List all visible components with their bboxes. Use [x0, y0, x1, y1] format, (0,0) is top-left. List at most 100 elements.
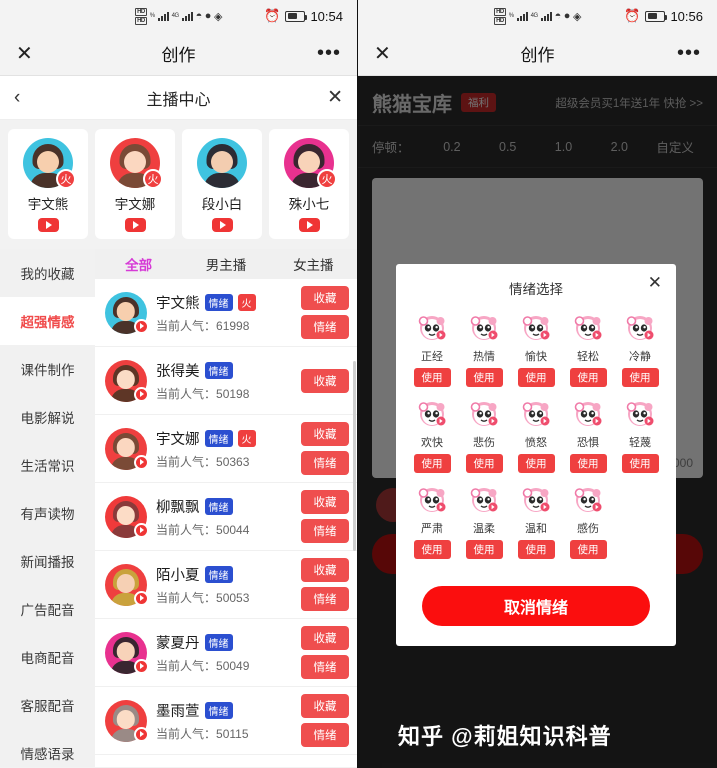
sidebar-item-7[interactable]: 广告配音 — [0, 585, 95, 633]
play-icon[interactable] — [134, 522, 149, 538]
avatar[interactable] — [197, 138, 247, 188]
emotion-grid[interactable]: 正经 使用 热情 使用 愉快 使用 轻松 使用 冷静 使用欢快 使用 悲伤 使用 愤怒 使用 恐惧 使用 轻蔑 使用… — [406, 312, 666, 570]
use-button[interactable]: 使用 — [569, 368, 607, 387]
sidebar-item-6[interactable]: 新闻播报 — [0, 537, 95, 585]
emotion-button[interactable]: 情绪 — [301, 655, 349, 679]
use-button[interactable]: 使用 — [621, 454, 659, 473]
use-button[interactable]: 使用 — [517, 540, 555, 559]
more-icon[interactable]: ••• — [317, 42, 341, 65]
back-icon[interactable]: ‹ — [14, 87, 36, 109]
emotion-button[interactable]: 情绪 — [301, 315, 349, 339]
use-button[interactable]: 使用 — [517, 454, 555, 473]
avatar[interactable]: 火 — [110, 138, 163, 189]
play-icon[interactable] — [134, 726, 149, 742]
tab-1[interactable]: 男主播 — [182, 254, 269, 274]
emotion-button[interactable]: 情绪 — [301, 519, 349, 543]
avatar[interactable] — [105, 359, 149, 402]
avatar[interactable] — [105, 427, 149, 470]
list-filter-tabs[interactable]: 全部 男主播 女主播 — [95, 249, 357, 279]
play-icon[interactable] — [134, 386, 149, 402]
emotion-item[interactable]: 正经 使用 — [406, 312, 458, 387]
play-icon[interactable] — [134, 590, 149, 606]
more-icon[interactable]: ••• — [677, 42, 701, 65]
emotion-item[interactable]: 温和 使用 — [510, 484, 562, 559]
favorite-button[interactable]: 收藏 — [301, 558, 349, 582]
table-row[interactable]: 墨雨萱 情绪 当前人气：50115 收藏 情绪 — [95, 687, 357, 755]
play-icon[interactable] — [134, 318, 149, 334]
table-row[interactable]: 宇文熊 情绪火当前人气：61998 收藏 情绪 — [95, 279, 357, 347]
use-button[interactable]: 使用 — [621, 368, 659, 387]
anchor-card[interactable]: 段小白 — [182, 129, 262, 239]
use-button[interactable]: 使用 — [465, 454, 503, 473]
anchor-card[interactable]: 火殊小七 — [269, 129, 349, 239]
play-icon[interactable] — [298, 218, 320, 232]
avatar[interactable] — [105, 291, 149, 334]
sidebar-item-4[interactable]: 生活常识 — [0, 441, 95, 489]
avatar[interactable] — [105, 563, 149, 606]
emotion-item[interactable]: 温柔 使用 — [458, 484, 510, 559]
sidebar-item-2[interactable]: 课件制作 — [0, 345, 95, 393]
close-icon[interactable]: ✕ — [321, 86, 343, 109]
table-row[interactable]: 柳飘飘 情绪 当前人气：50044 收藏 情绪 — [95, 483, 357, 551]
close-icon[interactable]: ✕ — [16, 44, 40, 64]
use-button[interactable]: 使用 — [413, 540, 451, 559]
sidebar-item-1[interactable]: 超强情感 — [0, 297, 95, 345]
sidebar-item-0[interactable]: 我的收藏 — [0, 249, 95, 297]
emotion-item[interactable]: 轻松 使用 — [562, 312, 614, 387]
sidebar-item-10[interactable]: 情感语录 — [0, 729, 95, 767]
emotion-button[interactable]: 情绪 — [301, 451, 349, 475]
favorite-button[interactable]: 收藏 — [301, 286, 349, 310]
avatar[interactable]: 火 — [284, 138, 337, 189]
sidebar-item-9[interactable]: 客服配音 — [0, 681, 95, 729]
category-sidebar[interactable]: 我的收藏 超强情感 课件制作 电影解说 生活常识 有声读物 新闻播报 广告配音 电商配音 客服配音… — [0, 249, 95, 767]
avatar[interactable]: 火 — [23, 138, 76, 189]
favorite-button[interactable]: 收藏 — [301, 368, 349, 393]
emotion-item[interactable]: 愉快 使用 — [510, 312, 562, 387]
use-button[interactable]: 使用 — [465, 540, 503, 559]
favorite-button[interactable]: 收藏 — [301, 422, 349, 446]
emotion-item[interactable]: 严肃 使用 — [406, 484, 458, 559]
use-button[interactable]: 使用 — [413, 454, 451, 473]
table-row[interactable]: 蒙夏丹 情绪 当前人气：50049 收藏 情绪 — [95, 619, 357, 687]
emotion-item[interactable]: 轻蔑 使用 — [614, 398, 666, 473]
anchor-card[interactable]: 火宇文熊 — [8, 129, 88, 239]
emotion-item[interactable]: 悲伤 使用 — [458, 398, 510, 473]
cancel-emotion-button[interactable]: 取消情绪 — [422, 586, 650, 626]
close-icon[interactable]: ✕ — [374, 44, 398, 64]
avatar[interactable] — [105, 495, 149, 538]
emotion-button[interactable]: 情绪 — [301, 587, 349, 611]
favorite-button[interactable]: 收藏 — [301, 694, 349, 718]
play-icon[interactable] — [37, 218, 59, 232]
use-button[interactable]: 使用 — [517, 368, 555, 387]
emotion-item[interactable]: 热情 使用 — [458, 312, 510, 387]
emotion-item[interactable]: 欢快 使用 — [406, 398, 458, 473]
close-icon[interactable]: ✕ — [648, 274, 662, 291]
sidebar-item-8[interactable]: 电商配音 — [0, 633, 95, 681]
use-button[interactable]: 使用 — [413, 368, 451, 387]
emotion-item[interactable]: 恐惧 使用 — [562, 398, 614, 473]
emotion-button[interactable]: 情绪 — [301, 723, 349, 747]
use-button[interactable]: 使用 — [465, 368, 503, 387]
scrollbar[interactable] — [353, 361, 356, 551]
play-icon[interactable] — [134, 454, 149, 470]
table-row[interactable]: 陌小夏 情绪 当前人气：50053 收藏 情绪 — [95, 551, 357, 619]
tab-0[interactable]: 全部 — [95, 254, 182, 274]
emotion-item[interactable]: 感伤 使用 — [562, 484, 614, 559]
avatar[interactable] — [105, 699, 149, 742]
sidebar-item-5[interactable]: 有声读物 — [0, 489, 95, 537]
sidebar-item-3[interactable]: 电影解说 — [0, 393, 95, 441]
favorite-button[interactable]: 收藏 — [301, 626, 349, 650]
use-button[interactable]: 使用 — [569, 540, 607, 559]
play-icon[interactable] — [134, 658, 149, 674]
table-row[interactable]: 张得美 情绪 当前人气：50198 收藏 — [95, 347, 357, 415]
anchor-rows[interactable]: 宇文熊 情绪火当前人气：61998 收藏 情绪 张得美 情绪 当前人气：50198 收藏 宇文娜… — [95, 279, 357, 767]
anchor-card[interactable]: 火宇文娜 — [95, 129, 175, 239]
play-icon[interactable] — [124, 218, 146, 232]
tab-2[interactable]: 女主播 — [270, 254, 357, 274]
table-row[interactable]: 宇文娜 情绪火当前人气：50363 收藏 情绪 — [95, 415, 357, 483]
favorite-button[interactable]: 收藏 — [301, 490, 349, 514]
emotion-item[interactable]: 冷静 使用 — [614, 312, 666, 387]
avatar[interactable] — [105, 631, 149, 674]
emotion-item[interactable]: 愤怒 使用 — [510, 398, 562, 473]
play-icon[interactable] — [211, 218, 233, 232]
